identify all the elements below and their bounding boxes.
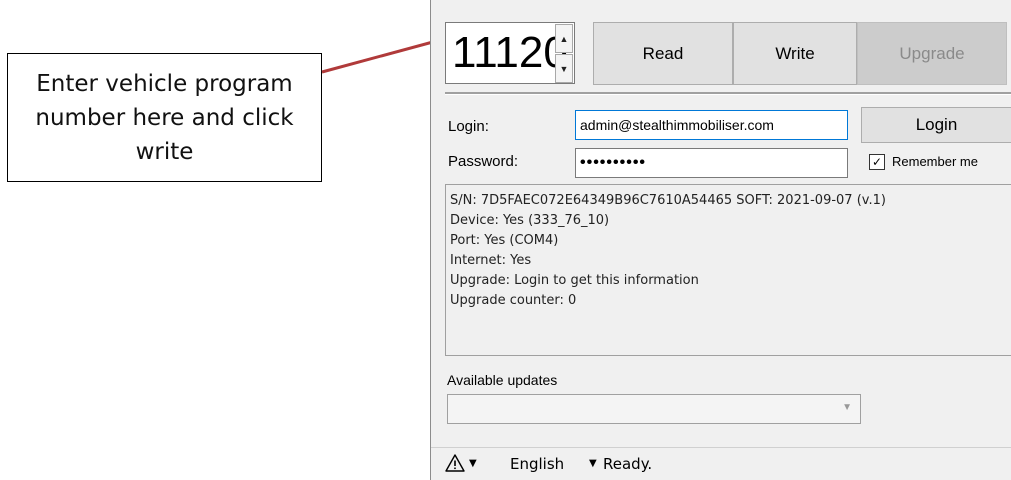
login-button[interactable]: Login: [861, 107, 1011, 143]
password-input[interactable]: ••••••••••: [575, 148, 848, 178]
read-button[interactable]: Read: [593, 22, 733, 85]
info-line: Internet: Yes: [450, 253, 532, 268]
device-info-panel: S/N: 7D5FAEC072E64349B96C7610A54465 SOFT…: [445, 184, 1011, 356]
arrow-down-icon: ▼: [559, 63, 569, 74]
password-label: Password:: [448, 153, 519, 170]
program-number-value[interactable]: 11120: [452, 26, 568, 80]
status-bar: ▼ English ▼ Ready.: [431, 447, 1011, 480]
login-label: Login:: [448, 118, 489, 135]
info-line: S/N: 7D5FAEC072E64349B96C7610A54465 SOFT…: [450, 193, 886, 208]
available-updates-select: ▼: [447, 394, 861, 424]
status-text: Ready.: [603, 455, 653, 473]
program-number-spinbox[interactable]: 11120 ▲ ▼: [445, 22, 575, 84]
remember-me-checkbox[interactable]: ✓: [869, 154, 885, 170]
info-line: Upgrade counter: 0: [450, 293, 577, 308]
remember-me-label[interactable]: Remember me: [892, 154, 978, 169]
login-input[interactable]: admin@stealthimmobiliser.com: [575, 110, 848, 140]
spin-up-button[interactable]: ▲: [555, 24, 573, 53]
info-line: Device: Yes (333_76_10): [450, 213, 610, 228]
arrow-up-icon: ▲: [559, 33, 569, 44]
chevron-down-icon[interactable]: ▼: [589, 458, 597, 469]
info-line: Upgrade: Login to get this information: [450, 273, 699, 288]
language-selector[interactable]: English: [510, 455, 564, 473]
checkmark-icon: ✓: [871, 155, 883, 169]
spin-down-button[interactable]: ▼: [555, 54, 573, 83]
chevron-down-icon: ▼: [842, 402, 852, 413]
separator: [445, 92, 1011, 95]
info-line: Port: Yes (COM4): [450, 233, 559, 248]
callout-text: Enter vehicle program number here and cl…: [35, 70, 294, 165]
write-button[interactable]: Write: [733, 22, 857, 85]
available-updates-label: Available updates: [447, 372, 558, 388]
app-window: 11120 ▲ ▼ Read Write Upgrade Login: admi…: [430, 0, 1011, 480]
upgrade-button: Upgrade: [857, 22, 1007, 85]
warning-icon[interactable]: [445, 453, 465, 473]
chevron-down-icon[interactable]: ▼: [469, 458, 477, 469]
annotation-callout: Enter vehicle program number here and cl…: [7, 53, 322, 182]
